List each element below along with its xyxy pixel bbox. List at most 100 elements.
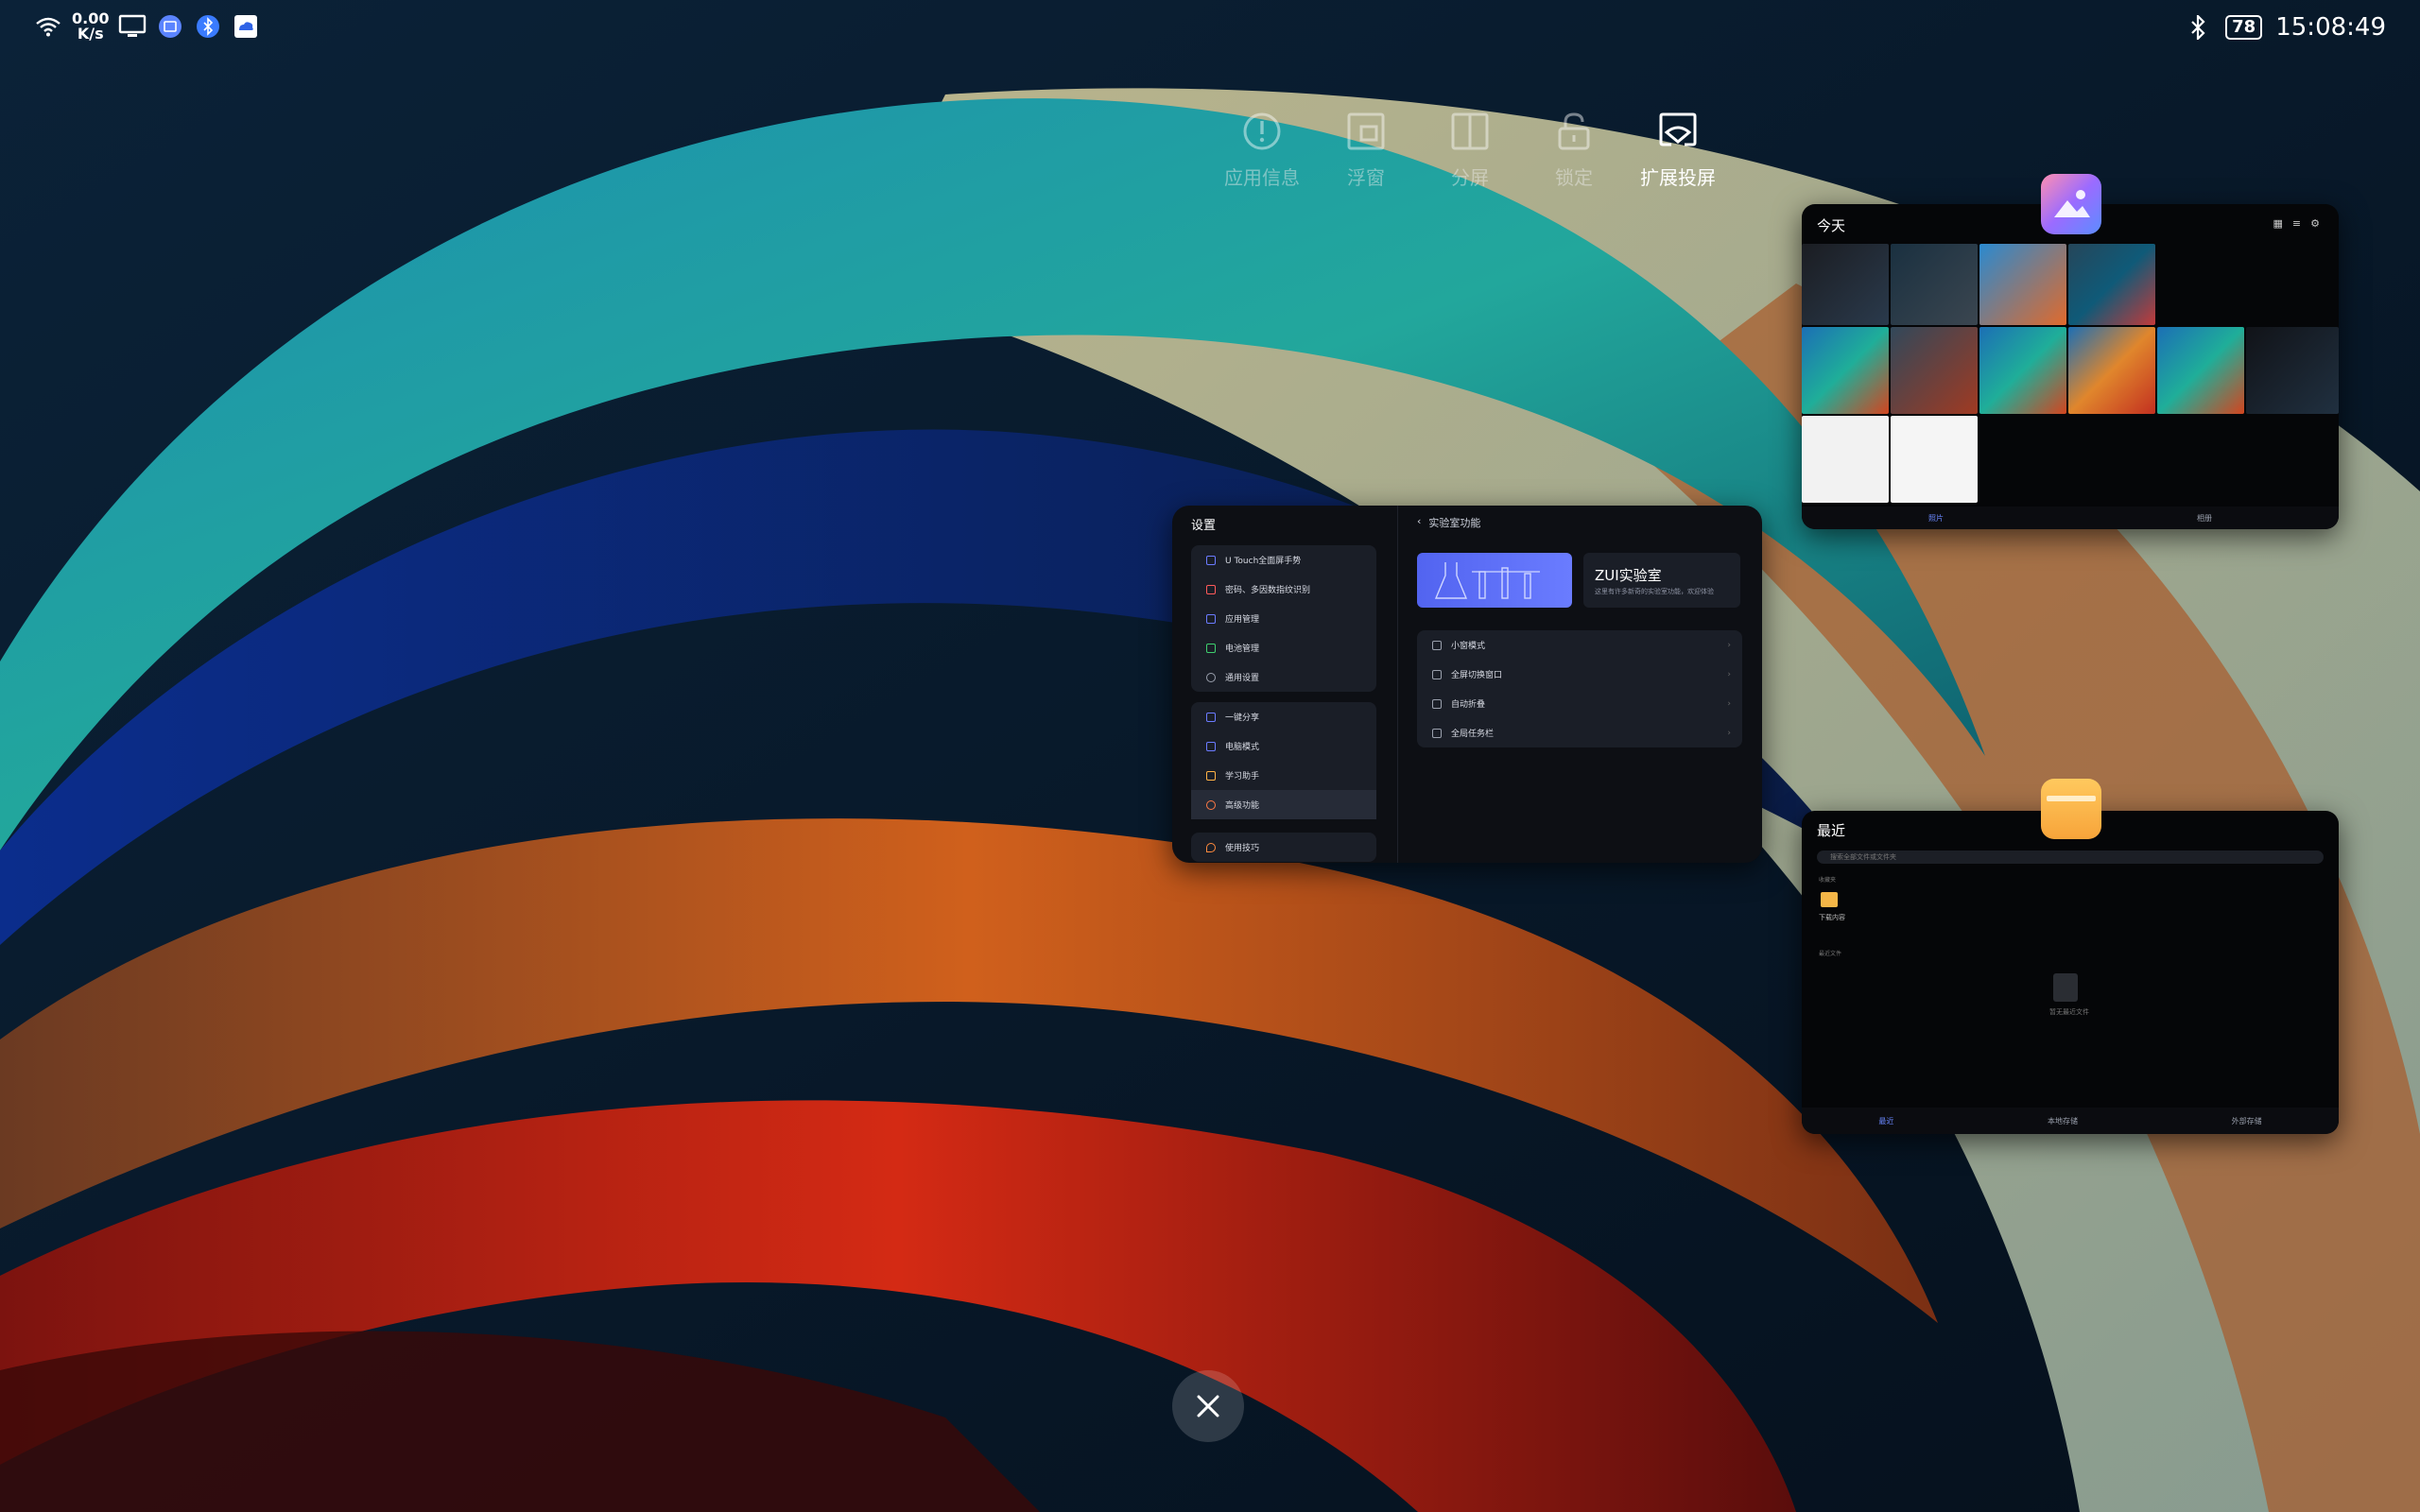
photo-thumbnail[interactable] — [1979, 244, 2066, 325]
lab-feature-list: 小窗模式 › 全屏切换窗口 › 自动折叠 › 全局任务栏 › — [1417, 630, 1742, 747]
app-info-button[interactable]: 应用信息 — [1210, 112, 1314, 190]
gallery-app-card[interactable]: 今天 ▦ ≡ ⚙ 照片 相册 — [1802, 204, 2339, 529]
photo-thumbnail[interactable] — [1802, 327, 1889, 414]
photo-thumbnail[interactable] — [1891, 416, 1978, 503]
lab-banner-image — [1417, 553, 1572, 608]
settings-item-pc-mode[interactable]: 电脑模式 — [1191, 731, 1376, 761]
battery-indicator: 78 — [2225, 15, 2263, 40]
split-screen-label: 分屏 — [1451, 166, 1489, 189]
net-speed: 0.00 K/s — [72, 11, 109, 42]
lock-button[interactable]: 锁定 — [1522, 112, 1626, 190]
settings-item-study[interactable]: 学习助手 — [1191, 761, 1376, 790]
file-manager-app-card[interactable]: 最近 搜索全部文件或文件夹 收藏夹 下载内容 最近文件 暂无最近文件 最近 本地… — [1802, 811, 2339, 1134]
settings-item-password[interactable]: 密码、多因数指纹识别 — [1191, 575, 1376, 604]
settings-item-label: 电池管理 — [1225, 644, 1260, 654]
close-icon — [1197, 1395, 1219, 1418]
lab-banner-title: ZUI实验室 — [1595, 567, 1662, 584]
folder-label: 下载内容 — [1819, 914, 1845, 921]
tab-local-storage[interactable]: 本地存储 — [2048, 1116, 2078, 1126]
window-icon — [1432, 669, 1442, 679]
wifi-icon — [34, 12, 62, 41]
photo-thumbnail[interactable] — [1802, 416, 1889, 503]
lab-item-auto-fold[interactable]: 自动折叠 › — [1417, 689, 1742, 718]
settings-app-card[interactable]: 设置 U Touch全面屏手势 密码、多因数指纹识别 应用管理 电池管理 通用设… — [1172, 506, 1762, 863]
photo-thumbnail[interactable] — [2068, 244, 2155, 325]
gallery-title: 今天 — [1817, 217, 1846, 234]
apps-icon — [1206, 613, 1216, 624]
info-icon — [1243, 112, 1281, 150]
back-icon[interactable]: ‹ — [1417, 515, 1421, 530]
file-manager-app-icon[interactable] — [2041, 779, 2101, 839]
settings-item-label: 电脑模式 — [1225, 743, 1260, 752]
float-window-button[interactable]: 浮窗 — [1314, 112, 1418, 190]
float-window-icon — [1347, 112, 1385, 150]
tab-recent[interactable]: 最近 — [1878, 1116, 1893, 1126]
close-all-button[interactable] — [1172, 1370, 1244, 1442]
lab-item-small-window[interactable]: 小窗模式 › — [1417, 630, 1742, 660]
photo-thumbnail[interactable] — [1802, 244, 1889, 325]
cast-screen-button[interactable]: 扩展投屏 — [1626, 112, 1730, 190]
lab-item-taskbar[interactable]: 全局任务栏 › — [1417, 718, 1742, 747]
chevron-right-icon: › — [1727, 640, 1731, 650]
files-search-input[interactable]: 搜索全部文件或文件夹 — [1817, 850, 2324, 864]
gallery-app-icon[interactable] — [2041, 174, 2101, 234]
photo-thumbnail[interactable] — [2157, 327, 2244, 414]
window-icon — [1432, 640, 1442, 650]
settings-item-general[interactable]: 通用设置 — [1191, 662, 1376, 692]
settings-item-apps[interactable]: 应用管理 — [1191, 604, 1376, 633]
settings-item-label: 高级功能 — [1225, 801, 1260, 811]
empty-file-icon — [2053, 973, 2078, 1002]
settings-group-1: U Touch全面屏手势 密码、多因数指纹识别 应用管理 电池管理 通用设置 — [1191, 545, 1376, 692]
lab-item-label: 自动折叠 — [1451, 700, 1486, 710]
cloud-notification-icon — [232, 12, 260, 41]
folder-icon[interactable] — [1821, 892, 1838, 907]
tab-photos[interactable]: 照片 — [1928, 513, 1944, 524]
clock: 15:08:49 — [2275, 13, 2386, 42]
photo-thumbnail[interactable] — [2068, 327, 2155, 414]
grid-view-icon[interactable]: ▦ — [2273, 217, 2283, 230]
fold-icon — [1432, 698, 1442, 709]
gallery-toolbar: ▦ ≡ ⚙ — [2273, 217, 2321, 230]
files-title: 最近 — [1817, 822, 1846, 839]
sort-icon[interactable]: ≡ — [2292, 217, 2301, 230]
bluetooth-notification-icon — [194, 12, 222, 41]
tips-icon — [1206, 842, 1216, 852]
gear-icon — [1206, 672, 1216, 682]
settings-item-utouch[interactable]: U Touch全面屏手势 — [1191, 545, 1376, 575]
chevron-right-icon: › — [1727, 728, 1731, 738]
photo-thumbnail[interactable] — [2246, 327, 2339, 414]
photo-thumbnail[interactable] — [1979, 327, 2066, 414]
settings-group-2: 一键分享 电脑模式 学习助手 高级功能 — [1191, 702, 1376, 819]
settings-item-label: 一键分享 — [1225, 713, 1260, 723]
settings-item-label: 通用设置 — [1225, 674, 1260, 683]
bluetooth-icon — [2184, 13, 2212, 42]
cast-screen-icon — [1659, 112, 1697, 146]
lab-item-fullscreen-switch[interactable]: 全屏切换窗口 › — [1417, 660, 1742, 689]
files-section-folders: 收藏夹 — [1819, 877, 1837, 884]
settings-icon[interactable]: ⚙ — [2310, 217, 2320, 230]
settings-item-tips[interactable]: 使用技巧 — [1191, 833, 1376, 862]
lab-banner-text[interactable]: ZUI实验室 这里有许多新奇的实验室功能，欢迎体验 — [1583, 553, 1740, 608]
settings-detail-pane: ‹ 实验室功能 ZUI实验室 这里有许多新奇的实验室功能，欢迎体验 小窗模式 › … — [1397, 506, 1762, 863]
study-icon — [1206, 770, 1216, 781]
lab-banner-subtitle: 这里有许多新奇的实验室功能，欢迎体验 — [1595, 588, 1714, 595]
lock-icon — [1558, 112, 1590, 150]
app-info-label: 应用信息 — [1224, 166, 1300, 189]
advanced-icon — [1206, 799, 1216, 810]
pc-mode-icon — [1206, 741, 1216, 751]
settings-item-label: 密码、多因数指纹识别 — [1225, 586, 1311, 595]
share-icon — [1206, 712, 1216, 722]
settings-sidebar: 设置 U Touch全面屏手势 密码、多因数指纹识别 应用管理 电池管理 通用设… — [1172, 506, 1397, 863]
net-speed-unit: K/s — [77, 25, 104, 43]
photo-thumbnail[interactable] — [1891, 327, 1978, 414]
taskbar-icon — [1432, 728, 1442, 738]
tab-albums[interactable]: 相册 — [2197, 513, 2212, 524]
photo-thumbnail[interactable] — [1891, 244, 1978, 325]
settings-item-advanced[interactable]: 高级功能 — [1191, 790, 1376, 819]
chevron-right-icon: › — [1727, 698, 1731, 709]
split-screen-button[interactable]: 分屏 — [1418, 112, 1522, 190]
flask-icon — [1434, 562, 1540, 599]
settings-item-share[interactable]: 一键分享 — [1191, 702, 1376, 731]
settings-item-battery[interactable]: 电池管理 — [1191, 633, 1376, 662]
tab-external-storage[interactable]: 外部存储 — [2232, 1116, 2262, 1126]
